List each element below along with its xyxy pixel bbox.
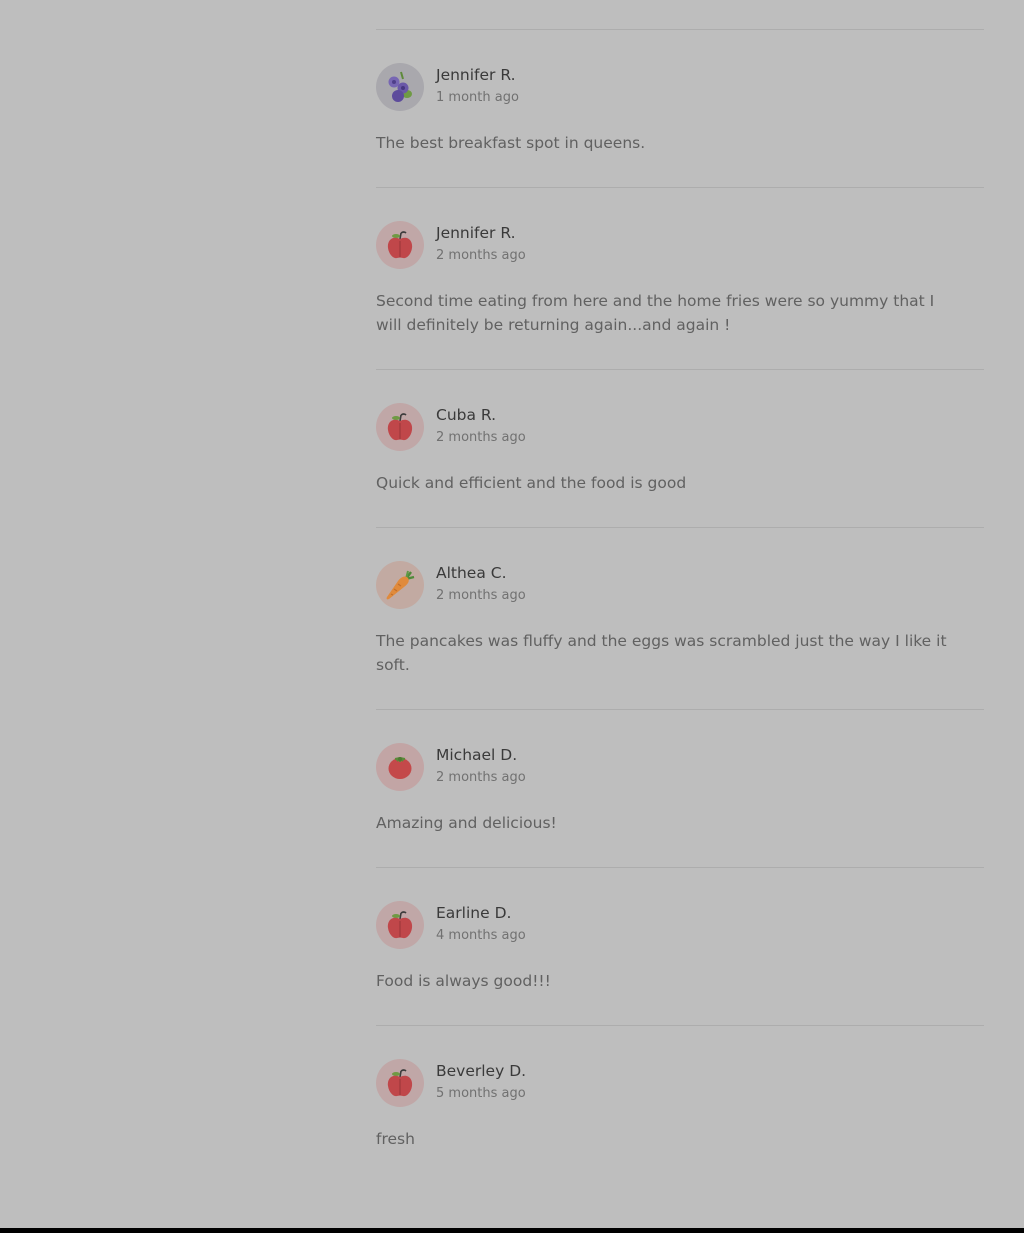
reviews-list: Jennifer R. 1 month ago The best breakfa…	[376, 0, 984, 1183]
apple-icon	[387, 1069, 413, 1097]
review-item: Earline D. 4 months ago Food is always g…	[376, 868, 984, 1026]
bottom-bar	[0, 1228, 1024, 1233]
reviewer-name: Althea C.	[436, 564, 507, 582]
avatar	[376, 1059, 424, 1107]
review-header: Jennifer R. 1 month ago	[376, 63, 984, 111]
review-item: Beverley D. 5 months ago fresh	[376, 1026, 984, 1183]
reviewer-name: Jennifer R.	[436, 224, 516, 242]
review-date: 4 months ago	[436, 928, 526, 943]
review-text: Second time eating from here and the hom…	[376, 292, 935, 334]
review-header: Althea C. 2 months ago	[376, 561, 984, 609]
review-item: Michael D. 2 months ago Amazing and deli…	[376, 710, 984, 868]
review-text: Food is always good!!!	[376, 972, 551, 990]
carrot-icon	[386, 570, 415, 600]
avatar	[376, 561, 424, 609]
reviewer-name: Jennifer R.	[436, 66, 516, 84]
review-date: 2 months ago	[436, 770, 526, 785]
review-date: 2 months ago	[436, 588, 526, 603]
review-header: Jennifer R. 2 months ago	[376, 221, 984, 269]
review-date: 2 months ago	[436, 248, 526, 263]
avatar	[376, 901, 424, 949]
avatar	[376, 221, 424, 269]
review-header: Beverley D. 5 months ago	[376, 1059, 984, 1107]
blueberry-icon	[388, 71, 412, 102]
review-header: Cuba R. 2 months ago	[376, 403, 984, 451]
review-text: fresh	[376, 1130, 415, 1148]
review-header: Michael D. 2 months ago	[376, 743, 984, 791]
review-item: Jennifer R. 1 month ago The best breakfa…	[376, 30, 984, 188]
review-header: Earline D. 4 months ago	[376, 901, 984, 949]
review-text: Quick and efficient and the food is good	[376, 474, 687, 492]
reviewer-name: Earline D.	[436, 904, 512, 922]
tomato-icon	[388, 757, 412, 779]
reviewer-name: Beverley D.	[436, 1062, 527, 1080]
review-text: The best breakfast spot in queens.	[376, 134, 646, 152]
review-text: The pancakes was fluffy and the eggs was…	[376, 632, 947, 674]
page: Jennifer R. 1 month ago The best breakfa…	[0, 0, 1024, 1233]
review-date: 2 months ago	[436, 430, 526, 445]
apple-icon	[387, 413, 413, 441]
review-item: Jennifer R. 2 months ago Second time eat…	[376, 188, 984, 370]
avatar	[376, 63, 424, 111]
review-item: Althea C. 2 months ago The pancakes was …	[376, 528, 984, 710]
apple-icon	[387, 911, 413, 939]
apple-icon	[387, 231, 413, 259]
avatar	[376, 403, 424, 451]
reviewer-name: Cuba R.	[436, 406, 497, 424]
review-date: 1 month ago	[436, 90, 519, 105]
review-item: Cuba R. 2 months ago Quick and efficient…	[376, 370, 984, 528]
reviewer-name: Michael D.	[436, 746, 518, 764]
avatar	[376, 743, 424, 791]
review-text: Amazing and delicious!	[376, 814, 557, 832]
review-date: 5 months ago	[436, 1086, 526, 1101]
